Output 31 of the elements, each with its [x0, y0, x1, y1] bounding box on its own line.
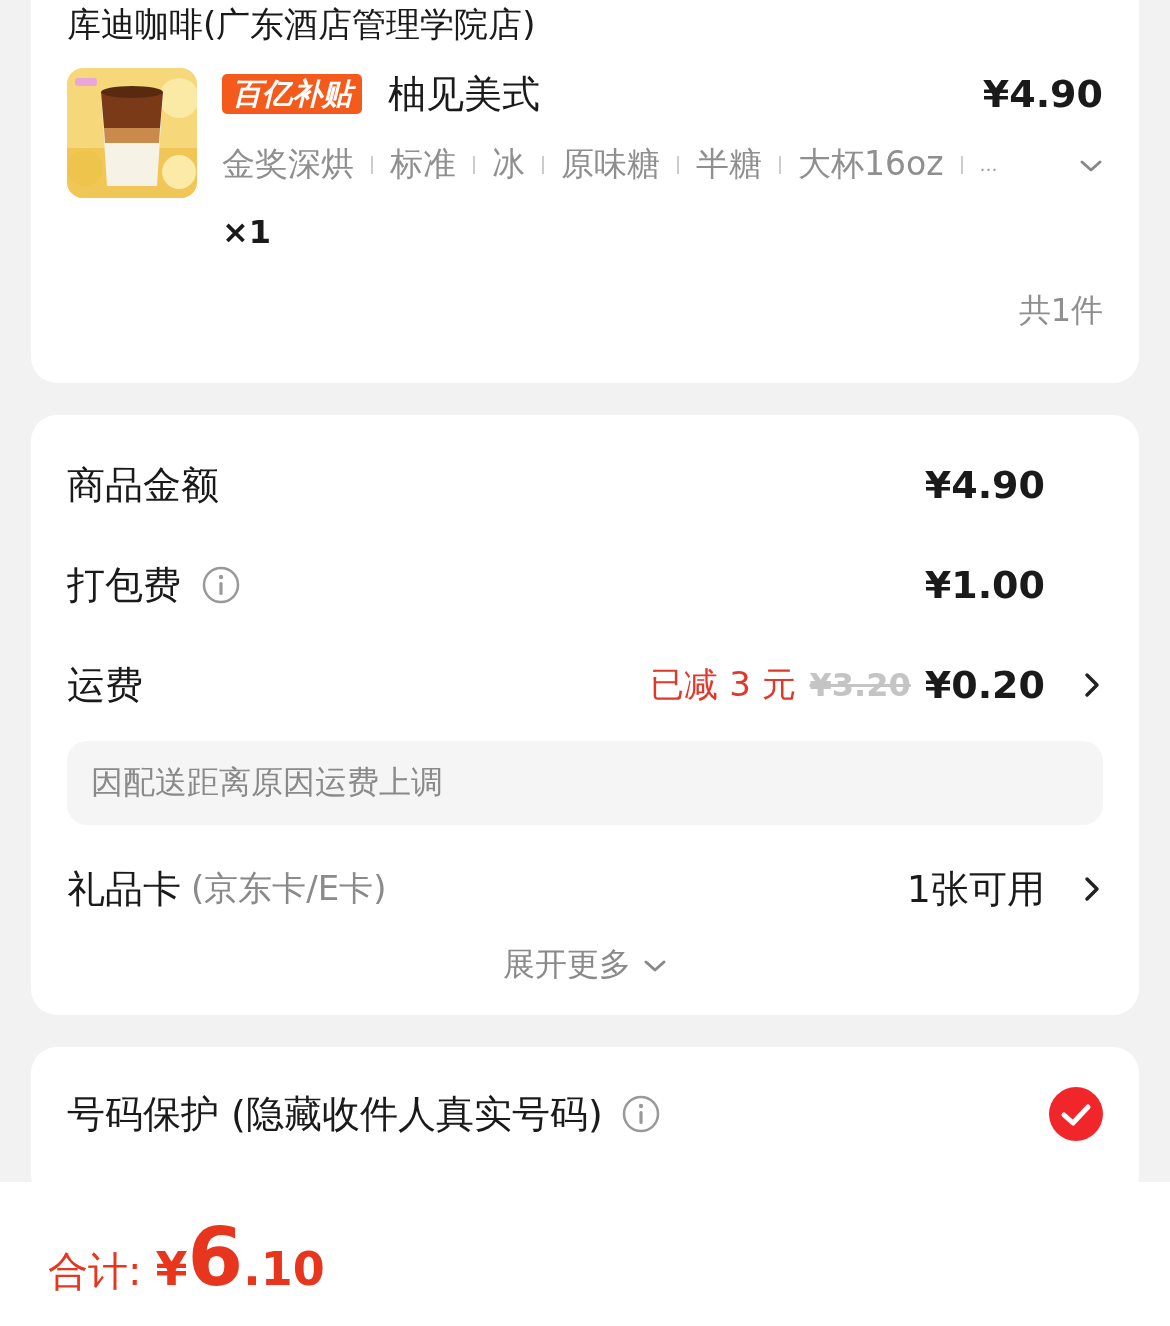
original-price: ¥3.20 — [809, 666, 911, 704]
fee-value: ¥0.20 — [924, 663, 1045, 707]
fee-label: 打包费 — [67, 561, 181, 609]
spec-option: 标准 — [390, 142, 456, 187]
total-price: 合计: ¥6.10 — [48, 1210, 325, 1304]
spec-option: 金奖深烘 — [222, 142, 354, 187]
checkbox[interactable] — [1049, 1087, 1103, 1141]
spec-option: 大杯16oz — [798, 142, 944, 187]
product-name: 柚见美式 — [388, 70, 541, 118]
quantity: ×1 — [222, 213, 273, 251]
info-icon[interactable] — [620, 1094, 661, 1134]
gift-card-label: 礼品卡 — [67, 865, 181, 913]
discount-text: 已减 3 元 — [650, 663, 796, 706]
more-ellipsis: … — [979, 154, 998, 175]
info-icon[interactable] — [201, 565, 241, 605]
spec-option: 半糖 — [696, 142, 762, 187]
product-price: ¥4.90 — [982, 72, 1103, 116]
number-protection-label: 号码保护 (隐藏收件人真实号码) — [67, 1090, 603, 1138]
gift-card-types: (京东卡/E卡) — [191, 867, 387, 910]
fee-label: 运费 — [67, 661, 143, 709]
spec-option: 冰 — [492, 142, 525, 187]
fee-value: ¥1.00 — [924, 563, 1045, 607]
expand-more-link[interactable]: 展开更多 — [67, 943, 1103, 987]
fee-value: ¥4.90 — [924, 463, 1045, 507]
note-banner: 因配送距离原因运费上调 — [67, 741, 1103, 825]
subsidy-badge: 百亿补贴 — [222, 74, 362, 114]
fee-label: 商品金额 — [67, 461, 219, 509]
spec-option: 原味糖 — [561, 142, 660, 187]
item-count: 共1件 — [1017, 290, 1103, 331]
gift-card-available: 1张可用 — [906, 865, 1045, 913]
store-name: 库迪咖啡(广东酒店管理学院店) — [67, 3, 537, 46]
